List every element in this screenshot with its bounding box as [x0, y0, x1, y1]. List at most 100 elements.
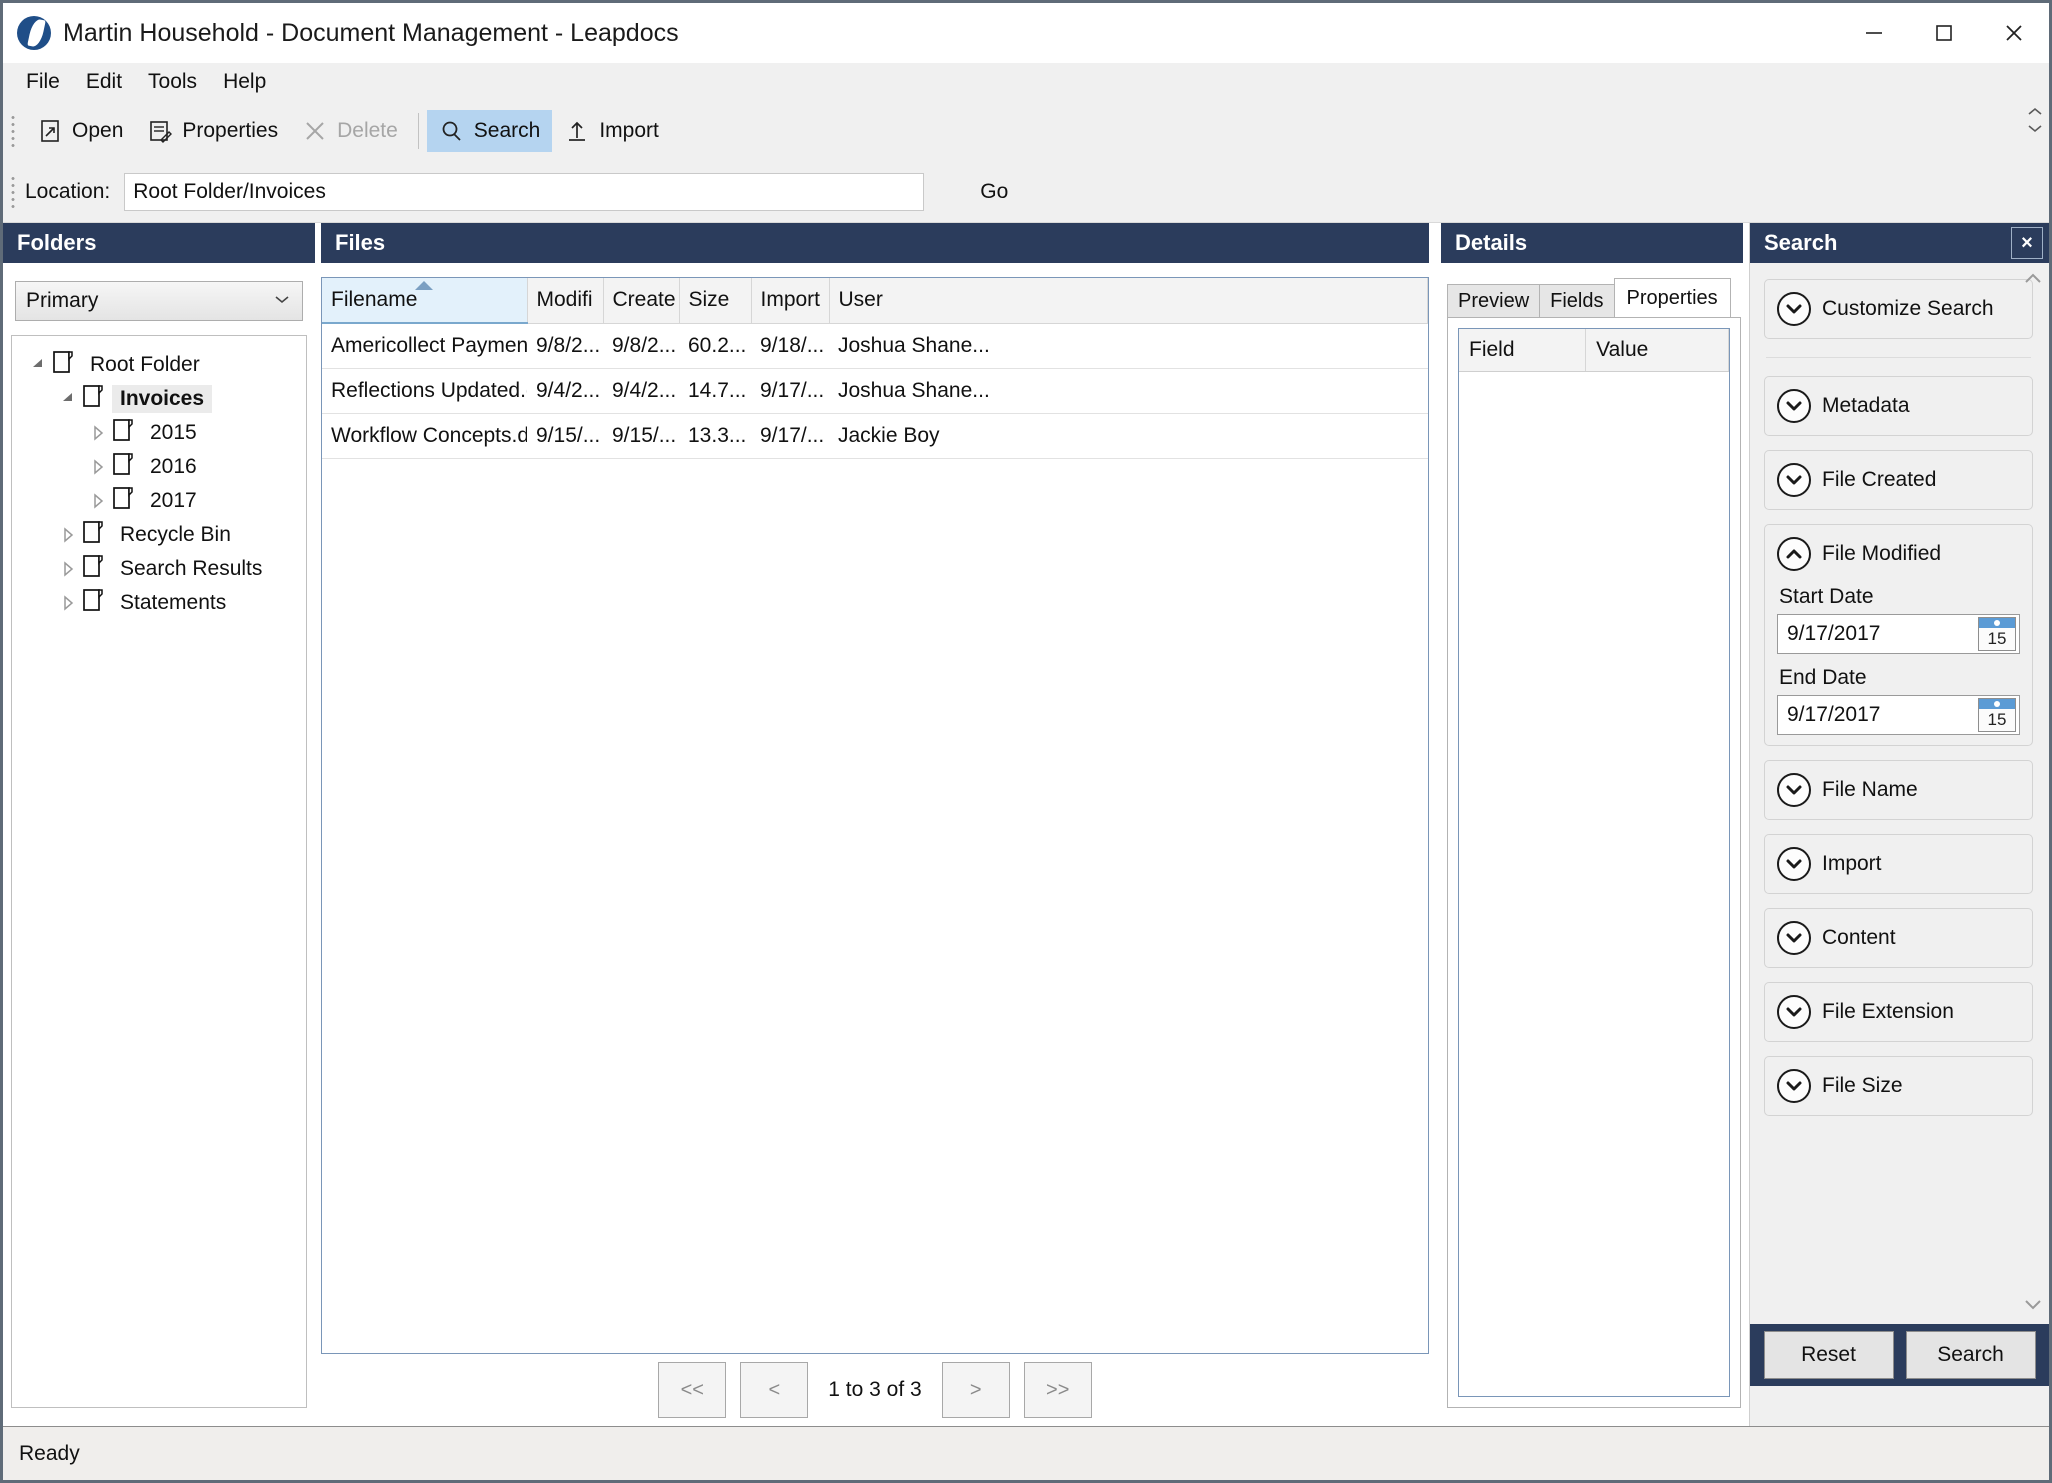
cell-imported: 9/17/... — [751, 368, 829, 414]
search-section-header[interactable]: Metadata — [1777, 387, 2020, 425]
main-content: Folders Primary Root Folder Invoices 201… — [3, 223, 2049, 1426]
import-button[interactable]: Import — [552, 110, 671, 152]
chevron-up-icon[interactable] — [1777, 537, 1811, 571]
repository-select[interactable]: Primary — [15, 281, 303, 321]
open-button[interactable]: Open — [25, 110, 135, 152]
tree-item-2015[interactable]: 2015 — [12, 416, 306, 450]
column-header-user[interactable]: User — [829, 278, 1428, 324]
search-section-file-created[interactable]: File Created — [1764, 450, 2033, 510]
location-input[interactable] — [124, 172, 925, 211]
folder-icon — [82, 554, 112, 584]
search-section-header[interactable]: File Size — [1777, 1067, 2020, 1105]
next-page-button[interactable]: > — [941, 1362, 1010, 1418]
column-header-filename[interactable]: Filename — [322, 278, 528, 324]
chevron-down-icon[interactable] — [1777, 995, 1811, 1029]
search-section-header[interactable]: File Name — [1777, 771, 2020, 809]
tree-item-statements[interactable]: Statements — [12, 586, 306, 620]
location-grip[interactable] — [11, 174, 15, 209]
twisty-collapsed-icon[interactable] — [86, 492, 112, 510]
close-icon[interactable]: × — [2011, 227, 2043, 259]
properties-button[interactable]: Properties — [135, 110, 290, 152]
search-section-header[interactable]: Content — [1777, 919, 2020, 957]
toolbar-overflow-scroller[interactable] — [2025, 105, 2045, 135]
chevron-down-icon[interactable] — [1777, 1069, 1811, 1103]
search-section-file-extension[interactable]: File Extension — [1764, 982, 2033, 1042]
search-section-import[interactable]: Import — [1764, 834, 2033, 894]
tree-item-recycle-bin[interactable]: Recycle Bin — [12, 518, 306, 552]
twisty-collapsed-icon[interactable] — [56, 526, 82, 544]
twisty-expanded-icon[interactable] — [56, 390, 82, 408]
start-date-field[interactable]: 9/17/2017 15 — [1777, 614, 2020, 654]
twisty-collapsed-icon[interactable] — [86, 458, 112, 476]
chevron-down-icon[interactable] — [1777, 463, 1811, 497]
scroll-up-icon[interactable] — [2021, 267, 2045, 293]
delete-button-label: Delete — [337, 119, 398, 142]
status-text: Ready — [19, 1441, 80, 1465]
table-row[interactable]: Workflow Concepts.d... 9/15/... 9/15/...… — [322, 413, 1428, 459]
menu-bar: File Edit Tools Help — [3, 63, 2049, 101]
tree-item-label: Recycle Bin — [120, 523, 231, 546]
search-section-file-modified[interactable]: File Modified Start Date 9/17/2017 15 En… — [1764, 524, 2033, 746]
reset-button[interactable]: Reset — [1763, 1331, 1894, 1379]
chevron-down-icon[interactable] — [1777, 389, 1811, 423]
tree-item-2017[interactable]: 2017 — [12, 484, 306, 518]
twisty-collapsed-icon[interactable] — [56, 594, 82, 612]
column-header-imported[interactable]: Import — [751, 278, 830, 324]
chevron-down-icon[interactable] — [1777, 773, 1811, 807]
cell-created: 9/4/2... — [603, 368, 679, 414]
end-date-field[interactable]: 9/17/2017 15 — [1777, 695, 2020, 735]
search-section-file-size[interactable]: File Size — [1764, 1056, 2033, 1116]
search-section-customize-search[interactable]: Customize Search — [1764, 279, 2033, 339]
twisty-collapsed-icon[interactable] — [56, 560, 82, 578]
search-submit-button[interactable]: Search — [1905, 1331, 2036, 1379]
search-section-label: File Created — [1822, 468, 1937, 491]
search-section-header[interactable]: File Extension — [1777, 993, 2020, 1031]
tree-item-label: Search Results — [120, 557, 263, 580]
folder-icon — [82, 384, 112, 414]
folder-tree[interactable]: Root Folder Invoices 2015 2016 2017 Recy… — [11, 335, 307, 1408]
minimize-icon[interactable] — [1839, 3, 1909, 63]
tree-item-root-folder[interactable]: Root Folder — [12, 348, 306, 382]
go-button[interactable]: Go — [966, 174, 1022, 210]
menu-item-edit[interactable]: Edit — [73, 66, 135, 98]
search-section-metadata[interactable]: Metadata — [1764, 376, 2033, 436]
delete-button[interactable]: Delete — [290, 110, 410, 152]
column-header-modified[interactable]: Modifi — [527, 278, 604, 324]
chevron-down-icon[interactable] — [1777, 921, 1811, 955]
last-page-button[interactable]: >> — [1023, 1362, 1092, 1418]
tab-properties[interactable]: Properties — [1613, 278, 1731, 317]
menu-item-file[interactable]: File — [13, 66, 73, 98]
search-section-header[interactable]: File Modified — [1777, 535, 2020, 573]
close-icon[interactable] — [1979, 3, 2049, 63]
search-section-file-name[interactable]: File Name — [1764, 760, 2033, 820]
calendar-icon[interactable]: 15 — [1978, 617, 2016, 651]
chevron-down-icon[interactable] — [1777, 292, 1811, 326]
toolbar-grip[interactable] — [11, 114, 15, 148]
chevron-down-icon[interactable] — [1777, 847, 1811, 881]
open-button-label: Open — [72, 119, 124, 142]
menu-item-help[interactable]: Help — [210, 66, 279, 98]
column-header-size[interactable]: Size — [679, 278, 752, 324]
scroll-down-icon[interactable] — [2021, 1292, 2045, 1318]
search-section-header[interactable]: Customize Search — [1777, 290, 2020, 328]
maximize-icon[interactable] — [1909, 3, 1979, 63]
previous-page-button[interactable]: < — [740, 1362, 809, 1418]
column-header-created[interactable]: Create — [603, 278, 680, 324]
menu-item-tools[interactable]: Tools — [135, 66, 210, 98]
properties-table-container: Field Value — [1458, 328, 1730, 1397]
tab-preview[interactable]: Preview — [1447, 284, 1541, 317]
table-row[interactable]: Reflections Updated.d... 9/4/2... 9/4/2.… — [322, 368, 1428, 414]
tab-fields[interactable]: Fields — [1539, 284, 1615, 317]
twisty-collapsed-icon[interactable] — [86, 424, 112, 442]
search-button[interactable]: Search — [426, 110, 553, 152]
table-row[interactable]: Americollect Payment... 9/8/2... 9/8/2..… — [322, 323, 1428, 369]
search-section-header[interactable]: File Created — [1777, 461, 2020, 499]
search-section-header[interactable]: Import — [1777, 845, 2020, 883]
search-section-content[interactable]: Content — [1764, 908, 2033, 968]
tree-item-invoices[interactable]: Invoices — [12, 382, 306, 416]
tree-item-2016[interactable]: 2016 — [12, 450, 306, 484]
calendar-icon[interactable]: 15 — [1978, 698, 2016, 732]
tree-item-search-results[interactable]: Search Results — [12, 552, 306, 586]
twisty-expanded-icon[interactable] — [26, 356, 52, 374]
first-page-button[interactable]: << — [658, 1362, 727, 1418]
